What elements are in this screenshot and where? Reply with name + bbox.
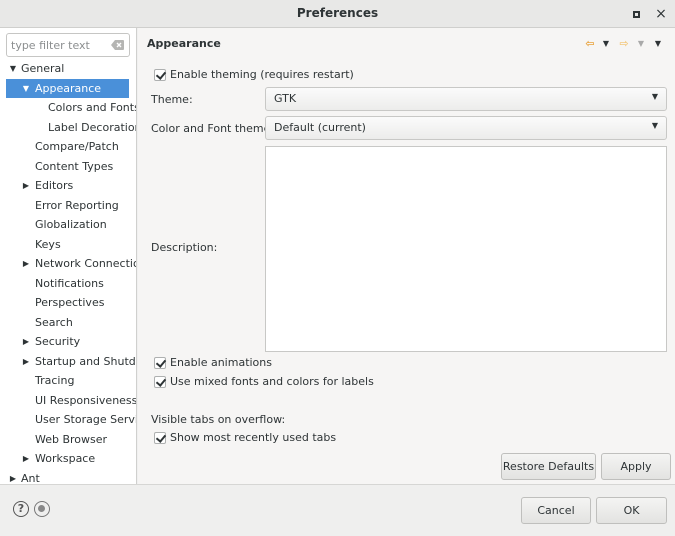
preferences-tree: ▼ General ▼ Appearance Colors and Fonts Label… (0, 59, 137, 485)
tree-item-workspace[interactable]: ▶ Workspace (0, 449, 136, 469)
preferences-tree-pane: ▼General▼AppearanceColors and FontsLabel… (0, 28, 137, 484)
checkbox-checked-icon (154, 432, 166, 444)
tree-item-label: Startup and Shutdown (35, 354, 136, 368)
page-title: Appearance (147, 37, 221, 50)
tree-item-label: Ant (21, 471, 40, 485)
mixed-fonts-label: Use mixed fonts and colors for labels (170, 375, 374, 388)
filter-field[interactable] (6, 33, 130, 57)
enable-animations-label: Enable animations (170, 356, 272, 369)
tree-item-label: User Storage Service (35, 413, 137, 426)
tree-item-security[interactable]: ▶ Security (0, 332, 136, 352)
close-button[interactable]: × (652, 5, 670, 23)
expanded-arrow-icon[interactable]: ▼ (21, 79, 31, 99)
tree-item-appearance[interactable]: ▼ Appearance (6, 78, 129, 99)
back-arrow-icon[interactable]: ⇦ (584, 36, 596, 52)
collapsed-arrow-icon[interactable]: ▶ (21, 449, 31, 469)
dialog-button-bar: ? Cancel OK (0, 484, 675, 536)
tree-item-user-storage-service[interactable]: User Storage Service (0, 410, 137, 430)
restore-defaults-button[interactable]: Restore Defaults (501, 453, 596, 480)
maximize-icon (632, 11, 640, 18)
tree-item-content-types[interactable]: Content Types (0, 157, 136, 177)
tree-item-label: Network Connections (35, 257, 136, 270)
forward-arrow-icon[interactable]: ⇨ (618, 36, 630, 52)
help-icon[interactable]: ? (13, 501, 29, 517)
theme-label: Theme: (151, 93, 193, 106)
record-macro-icon[interactable] (34, 501, 50, 517)
tree-item-search[interactable]: Search (0, 313, 136, 333)
tree-item-label: Tracing (35, 374, 75, 387)
collapsed-arrow-icon[interactable]: ▶ (21, 176, 31, 196)
tree-item-label: UI Responsiveness (35, 393, 137, 407)
cancel-button[interactable]: Cancel (521, 497, 591, 524)
maximize-button[interactable] (627, 5, 645, 23)
filter-input[interactable] (11, 37, 107, 53)
checkbox-checked-icon (154, 376, 166, 388)
tree-item-label: Perspectives (35, 296, 105, 309)
tree-item-label: Web Browser (35, 432, 108, 446)
tree-item-label: Colors and Fonts (48, 101, 137, 114)
chevron-down-icon: ▼ (651, 121, 658, 130)
tree-item-label: Compare/Patch (35, 140, 119, 153)
visible-tabs-label: Visible tabs on overflow: (151, 413, 286, 426)
tree-item-network-connections[interactable]: ▶ Network Connections (0, 254, 136, 274)
tree-item-startup-and-shutdown[interactable]: ▶ Startup and Shutdown (0, 352, 136, 372)
tree-item-keys[interactable]: Keys (0, 235, 136, 255)
checkbox-checked-icon (154, 69, 166, 81)
view-menu-icon[interactable]: ▼ (653, 36, 663, 52)
tree-item-error-reporting[interactable]: Error Reporting (0, 196, 136, 216)
tree-item-globalization[interactable]: Globalization (0, 215, 136, 235)
tree-item-label: Search (35, 315, 73, 329)
tree-item-compare-patch[interactable]: Compare/Patch (0, 137, 136, 157)
description-box (265, 146, 667, 352)
tree-item-perspectives[interactable]: Perspectives (0, 293, 136, 313)
chevron-down-icon: ▼ (651, 92, 658, 101)
theme-select-value: GTK (274, 92, 297, 105)
tree-item-ui-responsiveness[interactable]: UI Responsiveness (0, 391, 137, 411)
tree-item-label: Keys (35, 237, 61, 251)
description-label: Description: (151, 241, 218, 254)
forward-history-dropdown-icon[interactable]: ▼ (636, 36, 646, 52)
color-font-theme-select[interactable]: Default (current) ▼ (265, 116, 667, 140)
ok-button[interactable]: OK (596, 497, 667, 524)
tree-item-label: General (21, 62, 65, 75)
color-font-theme-label: Color and Font theme: (151, 122, 275, 135)
tree-item-label: Appearance (35, 81, 102, 95)
checkbox-checked-icon (154, 357, 166, 369)
appearance-page: Appearance ⇦ ▼ ⇨ ▼ ▼ Enable theming (req… (138, 28, 675, 484)
tree-item-label: Error Reporting (35, 198, 119, 212)
tree-item-label-decorations[interactable]: Label Decorations (0, 118, 136, 138)
tree-item-label: Content Types (35, 159, 114, 173)
apply-button[interactable]: Apply (601, 453, 671, 480)
expanded-arrow-icon[interactable]: ▼ (8, 59, 18, 79)
tree-item-label: Workspace (35, 452, 96, 465)
back-history-dropdown-icon[interactable]: ▼ (601, 36, 611, 52)
tree-item-label: Label Decorations (48, 120, 136, 134)
tree-item-notifications[interactable]: Notifications (0, 274, 136, 294)
show-recent-tabs-label: Show most recently used tabs (170, 431, 337, 444)
window-titlebar: Preferences × (0, 0, 675, 28)
tree-item-label: Editors (35, 179, 74, 192)
color-font-theme-value: Default (current) (274, 121, 366, 134)
tree-item-general[interactable]: ▼ General (0, 59, 136, 79)
window-title: Preferences (296, 6, 379, 20)
theme-select[interactable]: GTK ▼ (265, 87, 667, 111)
collapsed-arrow-icon[interactable]: ▶ (8, 469, 18, 485)
enable-theming-label: Enable theming (requires restart) (170, 68, 354, 81)
tree-item-colors-and-fonts[interactable]: Colors and Fonts (0, 98, 137, 118)
tree-item-editors[interactable]: ▶ Editors (0, 176, 136, 196)
tree-item-tracing[interactable]: Tracing (0, 371, 136, 391)
tree-item-ant[interactable]: ▶ Ant (0, 469, 136, 485)
tree-item-label: Globalization (35, 218, 107, 231)
clear-filter-icon[interactable] (111, 40, 124, 50)
collapsed-arrow-icon[interactable]: ▶ (21, 332, 31, 352)
collapsed-arrow-icon[interactable]: ▶ (21, 254, 31, 274)
collapsed-arrow-icon[interactable]: ▶ (21, 352, 31, 372)
tree-item-label: Notifications (35, 276, 104, 290)
tree-item-label: Security (35, 335, 81, 348)
tree-item-web-browser[interactable]: Web Browser (0, 430, 136, 450)
